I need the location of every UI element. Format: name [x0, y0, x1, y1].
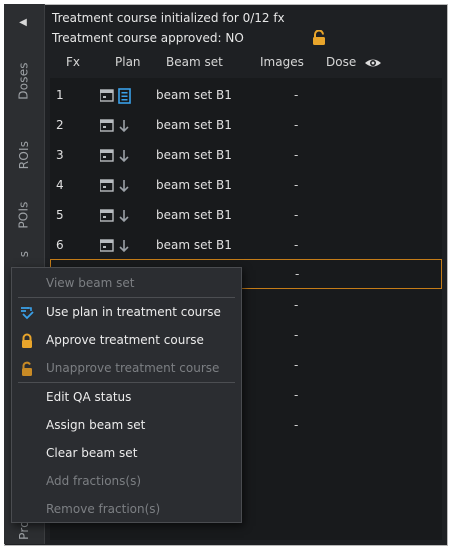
table-row[interactable]: 4 beam set B1 -: [50, 170, 442, 200]
table-row[interactable]: 3 beam set B1 -: [50, 140, 442, 170]
fx-number: 6: [56, 238, 64, 252]
eye-icon[interactable]: [364, 55, 382, 69]
plan-icons: [99, 148, 140, 164]
column-header-images[interactable]: Images: [260, 52, 304, 72]
calendar-icon: [99, 149, 114, 162]
collapse-arrow-icon[interactable]: ◀: [16, 16, 30, 30]
menu-item-clear-beam-set[interactable]: Clear beam set: [12, 440, 241, 466]
arrow-down-icon: [119, 210, 129, 223]
arrow-down-icon: [119, 240, 129, 253]
images-value: -: [294, 88, 299, 102]
course-approved-text: Treatment course approved: NO: [52, 31, 244, 45]
images-value: -: [294, 298, 299, 312]
images-value: -: [294, 148, 299, 162]
menu-item-assign-beam-set[interactable]: Assign beam set: [12, 412, 241, 438]
fx-number: 4: [56, 178, 64, 192]
course-initialized-text: Treatment course initialized for 0/12 fx: [52, 11, 285, 25]
table-row[interactable]: 1 beam set B1 -: [50, 80, 442, 110]
menu-item-use-plan[interactable]: Use plan in treatment course: [12, 299, 241, 325]
plan-icons: [99, 88, 140, 104]
menu-item-edit-qa-status[interactable]: Edit QA status: [12, 384, 241, 410]
plan-assign-icon: [19, 304, 35, 320]
table-row[interactable]: 2 beam set B1 -: [50, 110, 442, 140]
images-value: -: [294, 418, 299, 432]
column-header-beam-set[interactable]: Beam set: [166, 52, 223, 72]
context-menu: View beam set Use plan in treatment cour…: [11, 267, 242, 523]
fx-number: 2: [56, 118, 64, 132]
unlocked-padlock-icon: [312, 29, 326, 46]
unlock-icon: [19, 360, 35, 376]
beam-set-name: beam set B1: [156, 118, 232, 132]
menu-item-unapprove-course[interactable]: Unapprove treatment course: [12, 355, 241, 381]
beam-set-name: beam set B1: [156, 88, 232, 102]
beam-set-name: beam set B1: [156, 148, 232, 162]
fx-number: 3: [56, 148, 64, 162]
images-value: -: [295, 267, 300, 281]
calendar-icon: [99, 239, 114, 252]
tab-label: ROIs: [17, 140, 31, 170]
fx-number: 5: [56, 208, 64, 222]
beam-set-name: beam set B1: [156, 208, 232, 222]
plan-icons: [99, 208, 140, 224]
images-value: -: [294, 208, 299, 222]
images-value: -: [294, 178, 299, 192]
tab-doses[interactable]: Doses: [4, 46, 44, 116]
column-header-dose[interactable]: Dose: [326, 52, 356, 72]
tab-label: POIs: [17, 201, 31, 229]
menu-divider: [18, 382, 235, 383]
images-value: -: [294, 358, 299, 372]
fx-number: 1: [56, 88, 64, 102]
menu-divider: [18, 297, 235, 298]
plan-icons: [99, 238, 140, 254]
images-value: -: [294, 328, 299, 342]
lock-icon: [19, 332, 35, 348]
calendar-icon: [99, 89, 114, 102]
arrow-down-icon: [119, 150, 129, 163]
plan-document-icon: [118, 88, 131, 104]
menu-item-view-beam-set[interactable]: View beam set: [12, 270, 241, 296]
beam-set-name: beam set B1: [156, 238, 232, 252]
images-value: -: [294, 238, 299, 252]
menu-item-add-fractions[interactable]: Add fractions(s): [12, 468, 241, 494]
images-value: -: [294, 118, 299, 132]
column-header-plan[interactable]: Plan: [115, 52, 141, 72]
calendar-icon: [99, 119, 114, 132]
tab-label: Pro: [16, 520, 31, 540]
calendar-icon: [99, 179, 114, 192]
menu-item-remove-fractions[interactable]: Remove fraction(s): [12, 496, 241, 522]
beam-set-name: beam set B1: [156, 178, 232, 192]
plan-icons: [99, 118, 140, 134]
menu-item-approve-course[interactable]: Approve treatment course: [12, 327, 241, 353]
arrow-down-icon: [119, 120, 129, 133]
calendar-icon: [99, 209, 114, 222]
table-row[interactable]: 6 beam set B1 -: [50, 230, 442, 260]
arrow-down-icon: [119, 180, 129, 193]
tab-label: s: [16, 250, 31, 258]
course-status: Treatment course initialized for 0/12 fx…: [52, 8, 442, 48]
table-row[interactable]: 5 beam set B1 -: [50, 200, 442, 230]
tab-label: Doses: [17, 62, 31, 100]
column-header-fx[interactable]: Fx: [66, 52, 80, 72]
plan-icons: [99, 178, 140, 194]
images-value: -: [294, 388, 299, 402]
